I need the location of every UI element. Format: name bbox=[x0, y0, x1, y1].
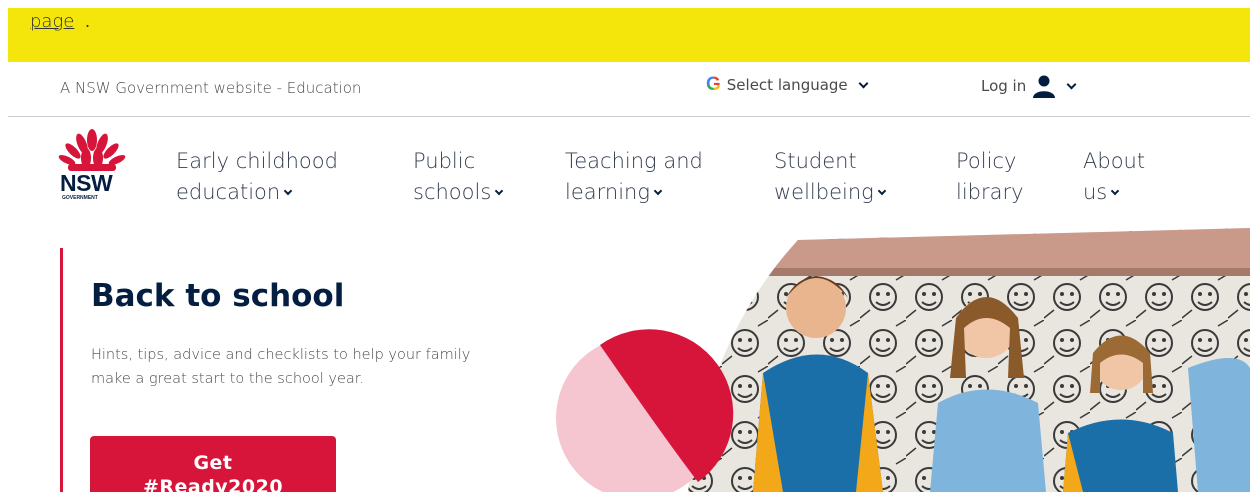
alert-banner: page . bbox=[8, 8, 1250, 62]
hero-image bbox=[556, 228, 1250, 492]
main-nav: NSW GOVERNMENT Early childhood education… bbox=[8, 118, 1250, 218]
nav-item-label: Public bbox=[413, 149, 476, 173]
nav-early-childhood-education[interactable]: Early childhood education bbox=[176, 146, 338, 208]
login-button[interactable]: Log in bbox=[981, 74, 1077, 98]
waratah-logo-icon bbox=[58, 129, 126, 171]
logo-wordmark: NSW bbox=[60, 170, 113, 196]
cta-label-line1: Get bbox=[193, 452, 233, 474]
hero-section: Back to school Hints, tips, advice and c… bbox=[8, 228, 1250, 492]
nav-item-label: Early childhood bbox=[176, 149, 338, 173]
nsw-government-logo[interactable]: NSW GOVERNMENT bbox=[58, 128, 126, 201]
nav-item-label: learning bbox=[565, 180, 650, 204]
chevron-down-icon bbox=[1066, 79, 1077, 89]
language-selector[interactable]: G Select language bbox=[706, 74, 869, 96]
nav-item-label: Student bbox=[774, 149, 857, 173]
google-g-icon: G bbox=[706, 74, 721, 95]
nav-item-label: Policy bbox=[956, 149, 1017, 173]
chevron-down-icon bbox=[283, 186, 293, 196]
nav-item-label: education bbox=[176, 180, 281, 204]
nav-student-wellbeing[interactable]: Student wellbeing bbox=[774, 146, 887, 208]
nav-item-label: Teaching and bbox=[565, 149, 703, 173]
language-label: Select language bbox=[726, 76, 848, 94]
nav-about-us[interactable]: About us bbox=[1083, 146, 1145, 208]
logo-subtext: GOVERNMENT bbox=[62, 195, 98, 201]
chevron-down-icon bbox=[653, 186, 663, 196]
chevron-down-icon bbox=[858, 78, 869, 88]
nav-item-label: schools bbox=[413, 180, 492, 204]
login-label: Log in bbox=[981, 77, 1027, 95]
hero-description: Hints, tips, advice and checklists to he… bbox=[91, 347, 471, 387]
chevron-down-icon bbox=[1111, 186, 1120, 196]
hero-title: Back to school bbox=[91, 278, 345, 314]
nav-item-label: wellbeing bbox=[774, 180, 874, 204]
get-ready-2020-button[interactable]: Get #Ready2020 bbox=[90, 436, 336, 492]
alert-punct: . bbox=[85, 11, 91, 31]
gov-website-label: A NSW Government website - Education bbox=[60, 79, 362, 97]
chevron-down-icon bbox=[877, 186, 887, 196]
alert-link[interactable]: page bbox=[30, 11, 74, 32]
utility-bar: A NSW Government website - Education G S… bbox=[8, 62, 1250, 117]
nav-item-label: About bbox=[1083, 149, 1146, 173]
nav-policy-library[interactable]: Policy library bbox=[956, 146, 1024, 208]
hero-accent-bar bbox=[60, 248, 63, 492]
nav-teaching-and-learning[interactable]: Teaching and learning bbox=[565, 146, 703, 208]
user-icon bbox=[1033, 75, 1056, 98]
nav-public-schools[interactable]: Public schools bbox=[413, 146, 504, 208]
nav-item-label: library bbox=[956, 180, 1024, 204]
chevron-down-icon bbox=[495, 186, 504, 196]
cta-label-line2: #Ready2020 bbox=[142, 476, 284, 492]
nav-item-label: us bbox=[1083, 180, 1108, 204]
